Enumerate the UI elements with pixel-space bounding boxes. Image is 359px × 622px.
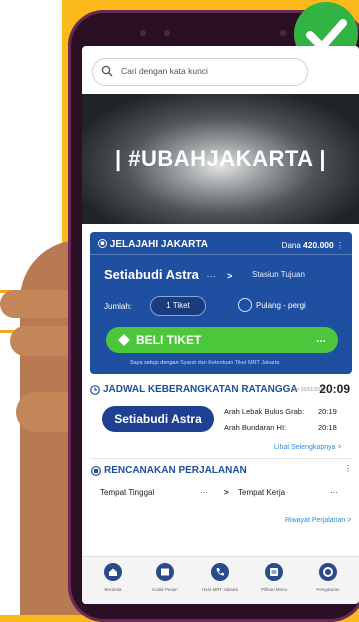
buy-ticket-button[interactable]: BELI TIKET ... <box>106 327 338 353</box>
buy-more-icon[interactable]: ... <box>316 331 326 345</box>
menu-icon <box>265 563 283 581</box>
nav-inbox[interactable]: Kotak Pesan <box>140 563 190 592</box>
ticket-icon <box>118 334 130 346</box>
terms-text: Saya setuju dengan Syarat dan Ketentuan … <box>130 360 280 366</box>
origin-station[interactable]: Setiabudi Astra ··· > <box>104 267 232 282</box>
planner-dest-dots[interactable]: ··· <box>330 488 338 497</box>
roundtrip-label: Pulang - pergi <box>256 301 306 310</box>
promo-banner[interactable]: | #UBAHJAKARTA | <box>82 94 359 263</box>
see-more-link[interactable]: Lihat Selengkapnya > <box>274 444 342 451</box>
balance[interactable]: Dana 420.000 ⋮ <box>282 240 344 250</box>
explore-card: JELAJAHI JAKARTA Dana 420.000 ⋮ Setiabud… <box>90 232 352 374</box>
destination-station[interactable]: Stasiun Tujuan <box>252 270 305 279</box>
nav-settings[interactable]: Pengaturan <box>303 563 353 592</box>
home-icon <box>104 563 122 581</box>
nav-menu[interactable]: Pilihan Menu <box>249 563 299 592</box>
schedule-header: JADWAL KEBERANGKATAN RATANGGA per 15/01/… <box>90 382 352 400</box>
divider <box>90 254 352 255</box>
terms-link[interactable]: Syarat dan Ketentuan Tiket MRT Jakarta <box>180 360 279 366</box>
roundtrip-radio[interactable] <box>238 298 252 312</box>
quantity-selector[interactable]: 1 Tiket <box>150 296 206 316</box>
schedule-title: JADWAL KEBERANGKATAN RATANGGA <box>103 384 298 395</box>
nav-help[interactable]: Halo MRT Jakarta <box>195 563 245 592</box>
schedule-dest-1: Arah Lebak Bulus Grab: <box>224 407 305 416</box>
history-link[interactable]: Riwayat Perjalanan > <box>285 517 351 524</box>
quantity-label: Jumlah: <box>104 302 133 311</box>
banner-title: | #UBAHJAKARTA | <box>115 146 326 171</box>
divider <box>90 458 352 459</box>
search-icon <box>101 65 113 77</box>
bottom-nav: Beranda Kotak Pesan Halo MRT Jakarta Pil… <box>82 556 359 604</box>
planner-title: RENCANAKAN PERJALANAN <box>104 465 247 476</box>
planner-menu-icon[interactable]: ⋮ <box>344 464 352 473</box>
planner-arrow: > <box>224 488 229 497</box>
planner-origin-dots[interactable]: ··· <box>200 488 208 497</box>
inbox-icon <box>156 563 174 581</box>
schedule-dest-2: Arah Bundaran HI: <box>224 423 287 432</box>
train-icon <box>98 239 107 248</box>
current-time: 20:09 <box>319 382 350 396</box>
schedule-time-2: 20:18 <box>318 423 337 432</box>
schedule-station-button[interactable]: Setiabudi Astra <box>102 406 214 432</box>
route-icon <box>91 466 101 476</box>
explore-header: JELAJAHI JAKARTA <box>98 239 208 250</box>
gear-icon <box>319 563 337 581</box>
planner-origin[interactable]: Tempat Tinggal <box>100 488 154 497</box>
search-input[interactable]: Cari dengan kata kunci <box>92 58 308 86</box>
search-placeholder: Cari dengan kata kunci <box>121 66 208 76</box>
nav-home[interactable]: Beranda <box>88 563 138 592</box>
planner-destination[interactable]: Tempat Kerja <box>238 488 285 497</box>
app-screen: Cari dengan kata kunci | #UBAHJAKARTA | … <box>82 46 359 604</box>
phone-icon <box>211 563 229 581</box>
schedule-time-1: 20:19 <box>318 407 337 416</box>
clock-icon <box>90 385 100 395</box>
